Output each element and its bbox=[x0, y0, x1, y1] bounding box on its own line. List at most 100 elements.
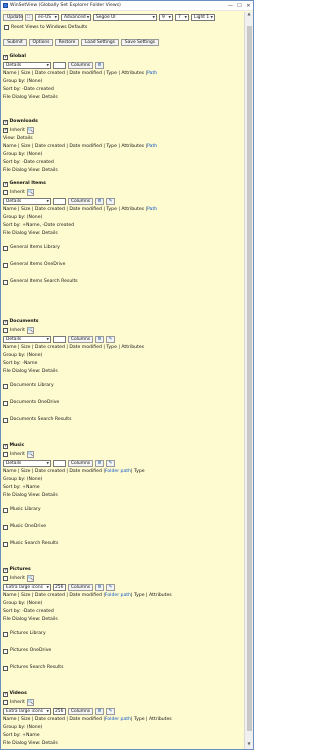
scroll-up-icon[interactable]: ▲ bbox=[245, 11, 253, 19]
section-checkbox[interactable] bbox=[3, 443, 8, 449]
icon-size-input[interactable] bbox=[53, 62, 66, 69]
maximize-button[interactable]: ☐ bbox=[235, 3, 244, 9]
view-select[interactable]: Extra large icons ▼ bbox=[3, 708, 51, 715]
options-icon[interactable]: ⚙ bbox=[95, 584, 104, 591]
section-checkbox[interactable] bbox=[3, 319, 8, 325]
search-icon[interactable]: 🔍 bbox=[26, 451, 34, 458]
options-icon[interactable]: ⚙ bbox=[95, 708, 104, 715]
subfolder-checkbox[interactable] bbox=[3, 648, 8, 654]
section-header: General Items bbox=[3, 180, 244, 188]
columns-text: Name | Size | Date created | Date modifi… bbox=[3, 206, 244, 214]
inherit-checkbox[interactable] bbox=[3, 576, 8, 581]
column-link[interactable]: Folder path bbox=[105, 717, 131, 723]
theme-select[interactable]: Light 1 ▼ bbox=[191, 14, 215, 21]
columns-button[interactable]: Columns bbox=[68, 198, 93, 205]
inherit-checkbox[interactable] bbox=[3, 328, 8, 333]
section-videos: Videos Inherit 🔍 Extra large icons▼ 256 … bbox=[3, 690, 244, 748]
inherit-label: Inherit bbox=[10, 451, 25, 457]
options-button[interactable]: Options bbox=[29, 39, 53, 46]
font-select[interactable]: Segoe UI ▼ bbox=[93, 14, 157, 21]
options-icon[interactable]: ⚙ bbox=[95, 62, 104, 69]
view-select[interactable]: Details ▼ bbox=[3, 460, 51, 467]
subfolder-checkbox[interactable] bbox=[3, 383, 8, 389]
icon-size-input[interactable] bbox=[53, 198, 66, 205]
minimize-button[interactable]: — bbox=[226, 3, 235, 9]
menu-button[interactable]: :: bbox=[25, 14, 33, 21]
icon-size-input[interactable] bbox=[53, 460, 66, 467]
subfolder-checkbox[interactable] bbox=[3, 665, 8, 671]
inherit-checkbox[interactable] bbox=[3, 700, 8, 705]
inherit-checkbox[interactable] bbox=[3, 190, 8, 195]
subfolder-checkbox[interactable] bbox=[3, 245, 8, 251]
restore-button[interactable]: Restore bbox=[55, 39, 79, 46]
edit-icon[interactable]: ✎ bbox=[106, 584, 115, 591]
subfolder-label: General Items Library bbox=[10, 245, 60, 251]
column-link[interactable]: Folder path bbox=[105, 593, 131, 599]
column-link[interactable]: Path bbox=[147, 71, 157, 77]
save-settings-button[interactable]: Save Settings bbox=[121, 39, 159, 46]
section-checkbox[interactable] bbox=[3, 54, 8, 60]
search-icon[interactable]: 🔍 bbox=[26, 699, 34, 706]
section-checkbox[interactable] bbox=[3, 181, 8, 187]
language-select[interactable]: en-US ▼ bbox=[35, 14, 59, 21]
search-icon[interactable]: 🔍 bbox=[26, 127, 34, 134]
options-icon[interactable]: ⚙ bbox=[95, 460, 104, 467]
view-select[interactable]: Details ▼ bbox=[3, 336, 51, 343]
view-select[interactable]: Extra large icons ▼ bbox=[3, 584, 51, 591]
view-select[interactable]: Details ▼ bbox=[3, 198, 51, 205]
edit-icon[interactable]: ✎ bbox=[106, 336, 115, 343]
subfolder-checkbox[interactable] bbox=[3, 262, 8, 268]
edit-icon[interactable]: ✎ bbox=[106, 708, 115, 715]
inherit-checkbox[interactable] bbox=[3, 452, 8, 457]
chevron-down-icon: ▼ bbox=[210, 14, 213, 19]
view-select[interactable]: Details ▼ bbox=[3, 62, 51, 69]
subfolder-checkbox[interactable] bbox=[3, 541, 8, 547]
subfolder-checkbox[interactable] bbox=[3, 631, 8, 637]
close-button[interactable]: ✕ bbox=[244, 3, 253, 9]
columns-button[interactable]: Columns bbox=[68, 584, 93, 591]
icon-size-input[interactable]: 256 bbox=[53, 708, 66, 715]
mode-select[interactable]: Advanced ▼ bbox=[61, 14, 91, 21]
scroll-down-icon[interactable]: ▼ bbox=[245, 741, 253, 749]
icon-size-input[interactable] bbox=[53, 336, 66, 343]
section-checkbox[interactable] bbox=[3, 119, 8, 125]
icon-size-select[interactable]: 7 ▼ bbox=[175, 14, 189, 21]
font-size-select[interactable]: 9 ▼ bbox=[159, 14, 173, 21]
columns-button[interactable]: Columns bbox=[68, 336, 93, 343]
section-documents: Documents Inherit 🔍 Details ▼ Columns ⚙ ✎… bbox=[3, 318, 244, 424]
options-icon[interactable]: ⚙ bbox=[95, 336, 104, 343]
options-icon[interactable]: ⚙ bbox=[95, 198, 104, 205]
subfolder-checkbox[interactable] bbox=[3, 524, 8, 530]
subfolder-checkbox[interactable] bbox=[3, 279, 8, 285]
section-header: Music bbox=[3, 442, 244, 450]
search-icon[interactable]: 🔍 bbox=[26, 575, 34, 582]
vertical-scrollbar[interactable]: ▲ ▼ bbox=[244, 11, 253, 749]
load-settings-button[interactable]: Load Settings bbox=[81, 39, 119, 46]
icon-size-input[interactable]: 256 bbox=[53, 584, 66, 591]
search-icon[interactable]: 🔍 bbox=[26, 189, 34, 196]
scrollbar-thumb[interactable] bbox=[247, 26, 252, 731]
section-music: Music Inherit 🔍 Details ▼ Columns ⚙ ✎ Nam… bbox=[3, 442, 244, 548]
columns-button[interactable]: Columns bbox=[68, 460, 93, 467]
inherit-checkbox[interactable] bbox=[3, 127, 8, 133]
column-link[interactable]: Path bbox=[147, 144, 157, 150]
edit-icon[interactable]: ✎ bbox=[106, 460, 115, 467]
section-checkbox[interactable] bbox=[3, 691, 8, 697]
column-link[interactable]: Path bbox=[147, 207, 157, 213]
file-dialog-text: File Dialog View: Details bbox=[3, 493, 58, 499]
subfolder-item: General Items OneDrive bbox=[3, 261, 244, 269]
subfolder-checkbox[interactable] bbox=[3, 417, 8, 423]
subfolder-checkbox[interactable] bbox=[3, 507, 8, 513]
columns-button[interactable]: Columns bbox=[68, 62, 93, 69]
section-checkbox[interactable] bbox=[3, 567, 8, 573]
update-button[interactable]: Update bbox=[3, 14, 23, 21]
subfolder-checkbox[interactable] bbox=[3, 400, 8, 406]
sort-by-text: Sort by: +Name bbox=[3, 733, 40, 739]
search-icon[interactable]: 🔍 bbox=[26, 327, 34, 334]
reset-checkbox[interactable] bbox=[4, 25, 9, 31]
columns-list-end: | Type | Attributes bbox=[131, 593, 172, 599]
columns-button[interactable]: Columns bbox=[68, 708, 93, 715]
submit-button[interactable]: Submit bbox=[3, 39, 27, 46]
column-link[interactable]: Folder path bbox=[105, 469, 131, 475]
edit-icon[interactable]: ✎ bbox=[106, 198, 115, 205]
